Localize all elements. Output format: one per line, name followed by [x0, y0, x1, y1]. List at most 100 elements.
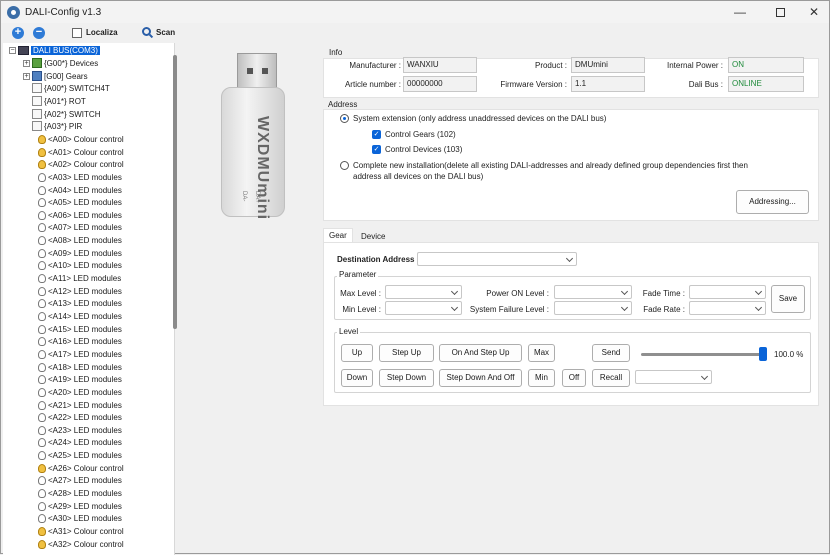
maximize-icon [775, 7, 785, 17]
up-button[interactable]: Up [341, 344, 373, 362]
tree-gear-item[interactable]: <A22> LED modules [37, 411, 122, 423]
addressing-button[interactable]: Addressing... [736, 190, 809, 214]
tree-gear-item[interactable]: <A05> LED modules [37, 196, 122, 208]
tree-gear-item[interactable]: <A19> LED modules [37, 373, 122, 385]
tree-switch-item[interactable]: {A00*} SWITCH4T [32, 82, 110, 94]
tree-gear-item[interactable]: <A29> LED modules [37, 500, 122, 512]
step-down-button[interactable]: Step Down [379, 369, 434, 387]
tree-gear-item[interactable]: <A27> LED modules [37, 474, 122, 486]
tree-root[interactable]: − DALI BUS(COM3) [9, 44, 100, 56]
recall-button[interactable]: Recall [592, 369, 630, 387]
tree-switch-item[interactable]: {A01*} ROT [32, 95, 86, 107]
min-level-select[interactable] [385, 301, 462, 315]
chevron-down-icon [700, 372, 709, 381]
save-button[interactable]: Save [771, 285, 805, 313]
tree-gear-item[interactable]: <A13> LED modules [37, 297, 122, 309]
device-tree[interactable]: − DALI BUS(COM3) + {G00*} Devices + [G00] G… [3, 43, 175, 555]
tree-gear-item[interactable]: <A18> LED modules [37, 361, 122, 373]
bulb-icon [38, 539, 46, 549]
power-on-level-select[interactable] [554, 285, 632, 299]
tree-gear-item[interactable]: <A10> LED modules [37, 259, 122, 271]
localiza-checkbox[interactable] [72, 28, 82, 38]
min-button[interactable]: Min [528, 369, 555, 387]
bulb-icon [38, 336, 46, 346]
tree-gear-item[interactable]: <A21> LED modules [37, 399, 122, 411]
send-button[interactable]: Send [592, 344, 630, 362]
tree-gear-item[interactable]: <A17> LED modules [37, 348, 122, 360]
switch-icon [32, 83, 42, 93]
system-failure-level-select[interactable] [554, 301, 632, 315]
tree-gear-item[interactable]: <A16> LED modules [37, 335, 122, 347]
tree-switch-item-label: {A00*} SWITCH4T [44, 83, 110, 93]
max-button[interactable]: Max [528, 344, 555, 362]
down-button[interactable]: Down [341, 369, 373, 387]
level-slider-track[interactable] [641, 353, 766, 356]
expand-icon[interactable]: + [23, 59, 30, 67]
tree-gear-item[interactable]: <A25> LED modules [37, 449, 122, 461]
control-gears-checkbox[interactable]: ✓ [372, 130, 381, 139]
tree-scrollbar[interactable] [173, 55, 177, 329]
tree-gear-item[interactable]: <A01> Colour control [37, 146, 124, 158]
tree-gear-item-label: <A21> LED modules [48, 400, 122, 410]
bulb-icon [38, 260, 46, 270]
tree-gear-item[interactable]: <A04> LED modules [37, 184, 122, 196]
tab-gear[interactable]: Gear [323, 228, 353, 242]
bulb-icon [38, 273, 46, 283]
tree-gear-item-label: <A01> Colour control [48, 147, 124, 157]
tree-switch-item[interactable]: {A02*} SWITCH [32, 108, 100, 120]
usb-plug-image [237, 53, 277, 89]
system-extension-radio[interactable] [340, 114, 349, 123]
tree-gear-item[interactable]: <A14> LED modules [37, 310, 122, 322]
tree-gear-item[interactable]: <A09> LED modules [37, 247, 122, 259]
scan-button[interactable]: Scan [156, 28, 175, 37]
step-up-button[interactable]: Step Up [379, 344, 434, 362]
tree-gear-item[interactable]: <A24> LED modules [37, 436, 122, 448]
bulb-icon [38, 147, 46, 157]
bulb-icon [38, 463, 46, 473]
destination-address-select[interactable] [417, 252, 577, 266]
tree-gear-item[interactable]: <A00> Colour control [37, 133, 124, 145]
level-slider-thumb[interactable] [759, 347, 767, 361]
expand-icon[interactable]: + [23, 72, 30, 80]
tree-switch-item[interactable]: {A03*} PIR [32, 120, 82, 132]
tree-gear-item[interactable]: <A06> LED modules [37, 209, 122, 221]
bulb-icon [38, 488, 46, 498]
plus-circle-icon[interactable]: + [12, 27, 24, 39]
bulb-icon [38, 159, 46, 169]
recall-scene-select[interactable] [635, 370, 712, 384]
tree-gear-item[interactable]: <A32> Colour control [37, 538, 124, 550]
tree-gear-item[interactable]: <A20> LED modules [37, 386, 122, 398]
tree-group-item[interactable]: + {G00*} Devices [23, 57, 98, 69]
tree-gear-item[interactable]: <A26> Colour control [37, 462, 124, 474]
tree-gear-item[interactable]: <A11> LED modules [37, 272, 121, 284]
tree-gear-item[interactable]: <A30> LED modules [37, 512, 122, 524]
localiza-label: Localiza [86, 28, 118, 37]
tree-gear-item[interactable]: <A02> Colour control [37, 158, 124, 170]
tree-gear-item-label: <A31> Colour control [48, 526, 124, 536]
tree-gear-item[interactable]: <A31> Colour control [37, 525, 124, 537]
tree-gear-item[interactable]: <A03> LED modules [37, 171, 122, 183]
tree-gear-item[interactable]: <A07> LED modules [37, 221, 122, 233]
off-button[interactable]: Off [562, 369, 586, 387]
product-value: DMUmini [571, 57, 645, 73]
level-title: Level [337, 327, 361, 336]
tree-gear-item[interactable]: <A08> LED modules [37, 234, 122, 246]
tree-gear-item[interactable]: <A12> LED modules [37, 285, 122, 297]
on-and-step-up-button[interactable]: On And Step Up [439, 344, 522, 362]
control-devices-checkbox[interactable]: ✓ [372, 145, 381, 154]
close-button[interactable]: ✕ [791, 1, 830, 23]
minus-circle-icon[interactable]: − [33, 27, 45, 39]
fade-time-select[interactable] [689, 285, 766, 299]
tree-gear-item[interactable]: <A15> LED modules [37, 323, 122, 335]
complete-installation-radio[interactable] [340, 161, 349, 170]
tree-gear-item-label: <A10> LED modules [48, 260, 122, 270]
max-level-select[interactable] [385, 285, 462, 299]
collapse-icon[interactable]: − [9, 46, 16, 54]
tree-gear-item[interactable]: <A23> LED modules [37, 424, 122, 436]
tree-gear-item[interactable]: <A28> LED modules [37, 487, 122, 499]
fade-rate-select[interactable] [689, 301, 766, 315]
tree-gear-item-label: <A32> Colour control [48, 539, 124, 549]
tree-group-item[interactable]: + [G00] Gears [23, 70, 88, 82]
tree-switch-item-label: {A01*} ROT [44, 96, 86, 106]
step-down-and-off-button[interactable]: Step Down And Off [439, 369, 522, 387]
